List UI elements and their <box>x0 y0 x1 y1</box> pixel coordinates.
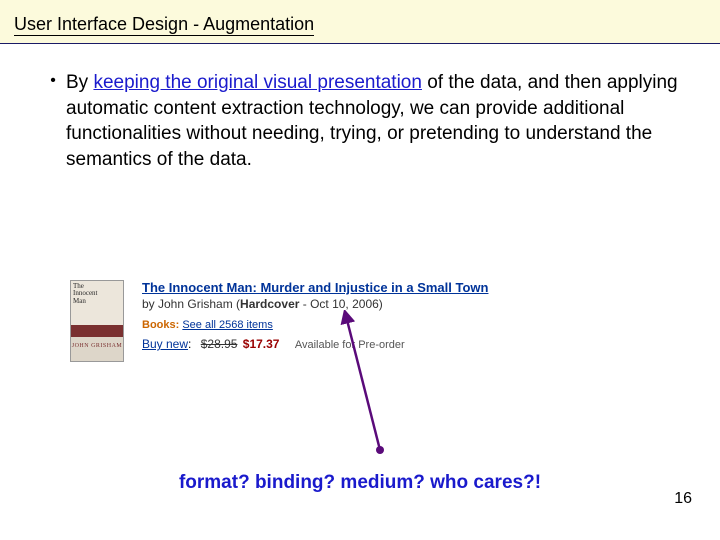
byline-format: Hardcover <box>240 297 299 311</box>
product-listing: The Innocent Man JOHN GRISHAM The Innoce… <box>70 280 670 362</box>
bullet-item: • By keeping the original visual present… <box>40 70 680 173</box>
slide-title-band: User Interface Design - Augmentation <box>0 0 720 44</box>
product-byline: by John Grisham (Hardcover - Oct 10, 200… <box>142 297 670 311</box>
bullet-dot: • <box>40 70 66 173</box>
books-line: Books: See all 2568 items <box>142 319 670 331</box>
buy-colon: : <box>188 337 191 351</box>
slide-body: • By keeping the original visual present… <box>0 44 720 173</box>
availability: Available for Pre-order <box>295 339 405 351</box>
cover-title-area: The Innocent Man <box>71 281 123 325</box>
byline-date: - Oct 10, 2006) <box>299 297 382 311</box>
books-label: Books: <box>142 319 179 331</box>
product-title[interactable]: The Innocent Man: Murder and Injustice i… <box>142 280 670 295</box>
books-see-all-link[interactable]: See all 2568 items <box>182 319 273 331</box>
sale-price: $17.37 <box>243 337 280 351</box>
cover-title-line3: Man <box>73 298 121 305</box>
buy-new-link[interactable]: Buy new <box>142 337 188 351</box>
annotation-caption: format? binding? medium? who cares?! <box>0 472 720 494</box>
buy-line: Buy new: $28.95 $17.37 Available for Pre… <box>142 337 670 351</box>
byline-prefix: by John Grisham ( <box>142 297 240 311</box>
slide-title: User Interface Design - Augmentation <box>14 14 314 36</box>
old-price: $28.95 <box>201 337 238 351</box>
bullet-highlight: keeping the original visual presentation <box>93 72 422 93</box>
bullet-text: By keeping the original visual presentat… <box>66 70 680 173</box>
listing-details: The Innocent Man: Murder and Injustice i… <box>142 280 670 362</box>
book-cover: The Innocent Man JOHN GRISHAM <box>70 280 124 362</box>
cover-author: JOHN GRISHAM <box>71 337 123 361</box>
slide-number: 16 <box>674 490 692 508</box>
cover-band <box>71 325 123 337</box>
bullet-lead: By <box>66 72 93 93</box>
